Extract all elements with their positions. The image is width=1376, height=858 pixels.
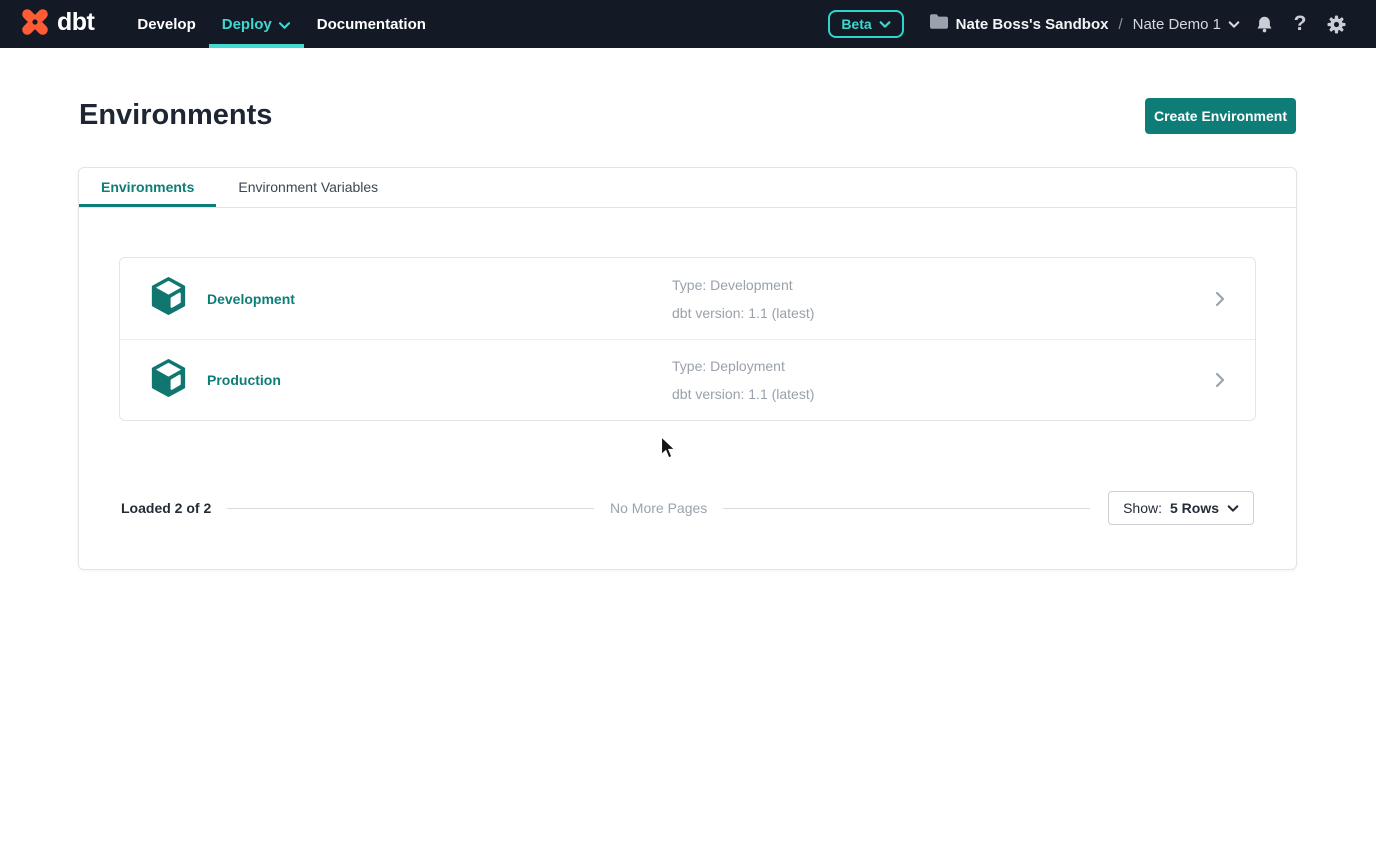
project-selector[interactable]: Nate Demo 1 bbox=[1133, 16, 1240, 33]
chevron-down-icon bbox=[278, 17, 291, 34]
loaded-count: Loaded 2 of 2 bbox=[121, 500, 211, 516]
environment-type: Type: Development bbox=[672, 271, 1215, 299]
environment-name-link[interactable]: Development bbox=[207, 291, 295, 307]
no-more-pages-label: No More Pages bbox=[610, 500, 707, 516]
environment-meta: Type: Development dbt version: 1.1 (late… bbox=[672, 271, 1215, 327]
environment-row-production[interactable]: Production Type: Deployment dbt version:… bbox=[120, 339, 1255, 420]
environment-cube-icon bbox=[150, 276, 187, 321]
chevron-down-icon bbox=[879, 20, 891, 29]
nav-right-section: Beta Nate Boss's Sandbox / Nate Demo 1 ? bbox=[828, 0, 1376, 48]
chevron-down-icon bbox=[1227, 504, 1239, 513]
environments-card: Environments Environment Variables Devel… bbox=[78, 167, 1297, 570]
chevron-right-icon[interactable] bbox=[1215, 372, 1225, 388]
account-name[interactable]: Nate Boss's Sandbox bbox=[956, 16, 1109, 33]
beta-label: Beta bbox=[841, 16, 871, 32]
environment-version: dbt version: 1.1 (latest) bbox=[672, 299, 1215, 327]
tab-environment-variables[interactable]: Environment Variables bbox=[216, 168, 400, 207]
brand-wordmark: dbt bbox=[57, 8, 94, 40]
nav-item-label: Documentation bbox=[317, 16, 426, 33]
project-name: Nate Demo 1 bbox=[1133, 16, 1221, 33]
create-environment-button[interactable]: Create Environment bbox=[1145, 98, 1296, 134]
card-tab-bar: Environments Environment Variables bbox=[79, 168, 1296, 208]
rows-value: 5 Rows bbox=[1170, 500, 1219, 516]
pagination-footer: Loaded 2 of 2 No More Pages Show: 5 Rows bbox=[121, 491, 1254, 525]
beta-dropdown[interactable]: Beta bbox=[828, 10, 903, 38]
primary-nav-menu: Develop Deploy Documentation bbox=[124, 0, 439, 48]
environment-row-development[interactable]: Development Type: Development dbt versio… bbox=[120, 258, 1255, 339]
dbt-logo-icon bbox=[20, 7, 50, 42]
nav-item-deploy[interactable]: Deploy bbox=[209, 0, 304, 48]
chevron-right-icon[interactable] bbox=[1215, 291, 1225, 307]
environment-row-left: Production bbox=[150, 358, 672, 403]
environment-list: Development Type: Development dbt versio… bbox=[119, 257, 1256, 421]
breadcrumb-separator: / bbox=[1116, 16, 1124, 33]
rows-per-page-dropdown[interactable]: Show: 5 Rows bbox=[1108, 491, 1254, 525]
environment-row-left: Development bbox=[150, 276, 672, 321]
environment-name-link[interactable]: Production bbox=[207, 372, 281, 388]
dbt-logo[interactable]: dbt bbox=[0, 0, 102, 48]
environment-cube-icon bbox=[150, 358, 187, 403]
page-title: Environments bbox=[79, 99, 272, 132]
tab-environments[interactable]: Environments bbox=[79, 168, 216, 207]
notifications-bell-icon[interactable] bbox=[1252, 9, 1276, 39]
settings-gear-icon[interactable] bbox=[1324, 9, 1348, 39]
help-icon[interactable]: ? bbox=[1288, 9, 1312, 39]
environment-meta: Type: Deployment dbt version: 1.1 (lates… bbox=[672, 352, 1215, 408]
show-label: Show: bbox=[1123, 500, 1162, 516]
nav-item-label: Develop bbox=[137, 16, 195, 33]
nav-item-develop[interactable]: Develop bbox=[124, 0, 208, 48]
divider-line bbox=[723, 508, 1090, 509]
environment-type: Type: Deployment bbox=[672, 352, 1215, 380]
folder-icon bbox=[930, 14, 948, 34]
chevron-down-icon bbox=[1228, 20, 1240, 29]
nav-item-documentation[interactable]: Documentation bbox=[304, 0, 439, 48]
account-breadcrumb: Nate Boss's Sandbox / Nate Demo 1 bbox=[930, 14, 1240, 34]
top-navigation-bar: dbt Develop Deploy Documentation Beta Na… bbox=[0, 0, 1376, 48]
environment-version: dbt version: 1.1 (latest) bbox=[672, 380, 1215, 408]
nav-item-label: Deploy bbox=[222, 16, 272, 33]
divider-line bbox=[227, 508, 594, 509]
